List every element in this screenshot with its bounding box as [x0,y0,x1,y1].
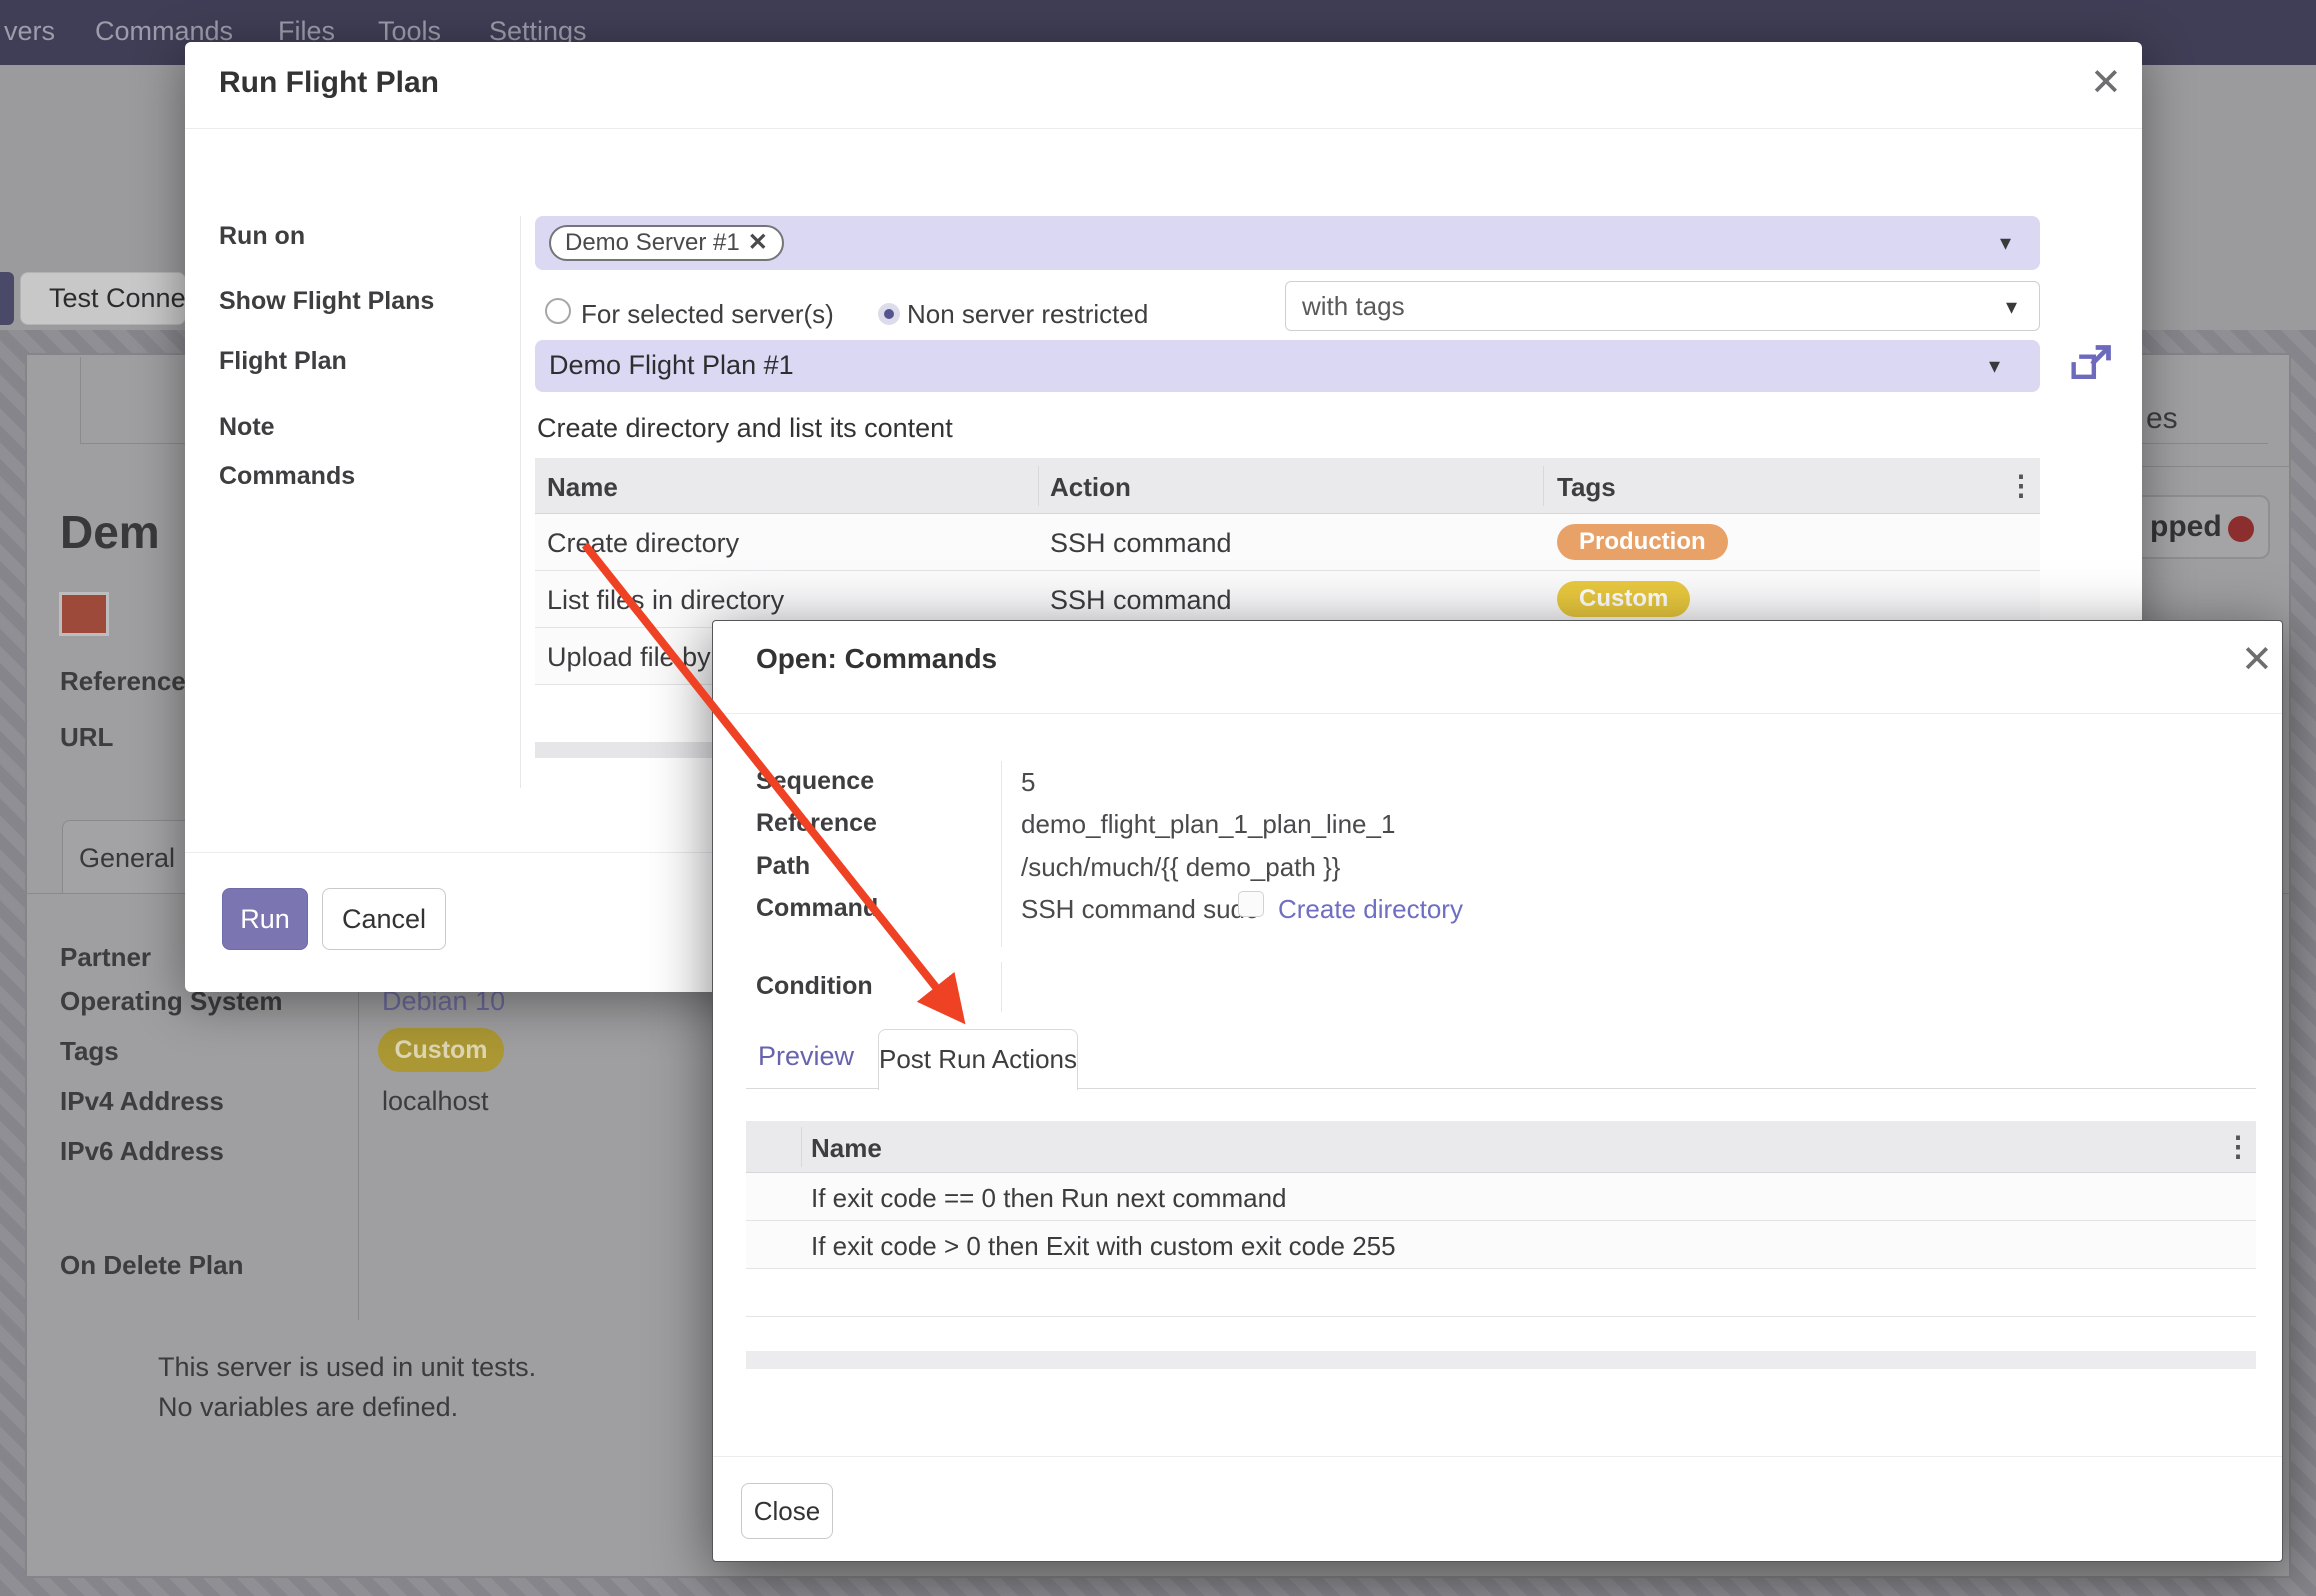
remove-tag-icon[interactable]: ✕ [748,229,768,256]
cell-name: List files in directory [547,585,784,616]
table-footer-strip [746,1351,2256,1369]
tab-preview[interactable]: Preview [758,1041,854,1072]
label-sequence: Sequence [756,767,874,796]
table-row[interactable]: If exit code == 0 then Run next command [746,1173,2256,1221]
value-path: /such/much/{{ demo_path }} [1021,852,1340,883]
command-link[interactable]: Create directory [1278,894,1463,925]
cell-name: If exit code > 0 then Exit with custom e… [811,1231,1396,1262]
chevron-down-icon[interactable]: ▾ [2006,294,2017,320]
open-commands-modal: Open: Commands ✕ Sequence Reference Path… [712,620,2283,1562]
cell-action: SSH command [1050,528,1232,559]
empty-table-row [746,1269,2256,1317]
radio-non-server-restricted-label[interactable]: Non server restricted [907,299,1148,330]
nav-item-servers[interactable]: vers [4,16,55,47]
tag-badge-custom: Custom [378,1028,504,1072]
post-run-table-header: Name ⋮ [746,1121,2256,1173]
status-stopped-dot-icon [2228,516,2254,542]
tab-post-run-actions[interactable]: Post Run Actions [878,1029,1078,1090]
label-condition: Condition [756,972,873,1001]
cell-name: Upload file by [547,642,711,673]
color-swatch[interactable] [59,592,109,636]
cell-action: SSH command [1050,585,1232,616]
with-tags-placeholder: with tags [1302,291,1405,322]
column-header-action[interactable]: Action [1050,472,1131,503]
label-path: Path [756,852,810,881]
label-partner: Partner [60,942,151,973]
label-flight-plan: Flight Plan [219,347,347,376]
close-button[interactable]: Close [741,1483,833,1539]
close-icon[interactable]: ✕ [2090,64,2122,102]
label-command: Command [756,894,878,923]
column-divider [1543,466,1544,506]
radio-dot-icon [884,309,894,319]
label-commands: Commands [219,462,355,491]
command-checkbox[interactable] [1238,891,1264,917]
label-ipv6: IPv6 Address [60,1136,224,1167]
label-column-divider [1001,761,1002,947]
table-options-icon[interactable]: ⋮ [2224,1133,2252,1161]
right-header-divider [2142,466,2290,467]
label-note: Note [219,413,275,442]
column-header-name[interactable]: Name [547,472,618,503]
status-label-fragment: pped [2150,510,2222,544]
tag-badge-custom: Custom [1557,581,1690,617]
chevron-down-icon[interactable]: ▾ [2000,230,2011,256]
cell-name: If exit code == 0 then Run next command [811,1183,1287,1214]
column-divider [1038,466,1039,506]
label-ipv4: IPv4 Address [60,1086,224,1117]
table-options-icon[interactable]: ⋮ [2007,472,2035,500]
label-url: URL [60,722,113,753]
value-command: SSH command sudo [1021,894,1259,925]
cell-name: Create directory [547,528,739,559]
unit-test-note-line2: No variables are defined. [158,1392,458,1423]
flight-plan-description: Create directory and list its content [537,413,953,444]
radio-non-server-restricted[interactable] [878,303,900,325]
unit-test-note-line1: This server is used in unit tests. [158,1352,536,1383]
handle-column-divider [801,1127,802,1167]
label-column-divider [520,216,521,788]
flight-plan-value: Demo Flight Plan #1 [549,350,794,381]
condition-column-divider [1001,962,1002,1012]
value-reference: demo_flight_plan_1_plan_line_1 [1021,809,1395,840]
value-sequence: 5 [1021,767,1035,798]
run-button[interactable]: Run [222,888,308,950]
modal-title: Run Flight Plan [219,66,439,100]
label-tags: Tags [60,1036,119,1067]
with-tags-select[interactable]: with tags ▾ [1285,281,2040,331]
modal-title: Open: Commands [756,643,997,675]
server-title: Dem [60,505,160,559]
partial-button[interactable] [0,272,14,325]
form-column-divider [358,940,359,1320]
table-row[interactable]: Create directory SSH command Production [535,514,2040,571]
radio-for-selected-servers-label[interactable]: For selected server(s) [581,299,834,330]
label-reference: Reference [756,809,877,838]
header-divider [713,713,2282,714]
card-inner-border [80,357,81,443]
column-header-name[interactable]: Name [811,1133,882,1164]
value-ipv4: localhost [382,1086,489,1117]
commands-table-header: Name Action Tags ⋮ [535,458,2040,514]
label-reference: Reference [60,666,186,697]
label-run-on: Run on [219,222,305,251]
selected-server-tag-label: Demo Server #1 [565,229,740,256]
tab-general[interactable]: General [62,820,192,894]
label-on-delete-plan: On Delete Plan [60,1250,244,1281]
flight-plan-select[interactable]: Demo Flight Plan #1 ▾ [535,340,2040,392]
tag-badge-production: Production [1557,524,1728,560]
test-connection-button[interactable]: Test Conne [20,272,186,325]
column-header-tags[interactable]: Tags [1557,472,1616,503]
close-icon[interactable]: ✕ [2241,641,2273,679]
page-title-fragment: es [2146,402,2178,436]
external-link-icon[interactable] [2070,342,2114,386]
selected-server-tag[interactable]: Demo Server #1 ✕ [549,225,784,261]
footer-divider [713,1456,2282,1457]
screen: vers Commands Files Tools Settings Test … [0,0,2316,1596]
cancel-button[interactable]: Cancel [322,888,446,950]
chevron-down-icon[interactable]: ▾ [1989,353,2000,379]
radio-for-selected-servers[interactable] [545,298,571,324]
label-show-flight-plans: Show Flight Plans [219,287,434,316]
table-row[interactable]: If exit code > 0 then Exit with custom e… [746,1221,2256,1269]
header-divider [185,128,2142,129]
